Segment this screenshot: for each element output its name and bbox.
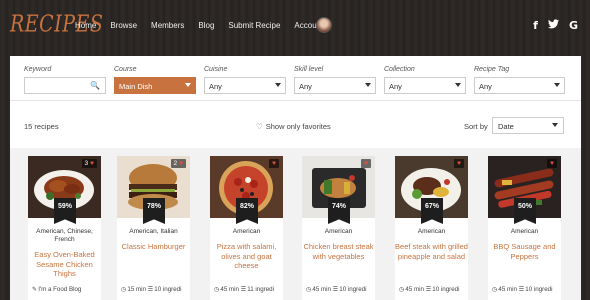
likes-badge[interactable]: ♥ (454, 159, 464, 168)
tag-select[interactable]: Any (474, 77, 565, 94)
cuisine-tags: American (324, 228, 353, 235)
clock-icon: ◷ (399, 286, 405, 293)
list-icon: ☰ (332, 286, 339, 293)
sort-label: Sort by (464, 122, 488, 131)
heart-icon: ♥ (457, 160, 461, 167)
cuisine-tags: American, Italian (129, 228, 178, 235)
sort-select[interactable]: Date (492, 117, 564, 134)
user-avatar[interactable] (316, 17, 332, 33)
chevron-down-icon (455, 83, 461, 87)
heart-icon: ♥ (272, 160, 276, 167)
recipe-card[interactable]: ♥ 67% American Beef steak with grilled p… (395, 156, 468, 300)
collection-label: Collection (384, 66, 415, 73)
rating-ribbon: 82% (236, 198, 258, 224)
recipe-card[interactable]: ♥ 50% American BBQ Sausage and Peppers ◷… (488, 156, 561, 300)
recipe-meta: ✎I'm a Food Blog (32, 286, 82, 293)
twitter-icon[interactable] (547, 19, 559, 32)
likes-badge[interactable]: ♥ (269, 159, 279, 168)
main-nav: Home Browse Members Blog Submit Recipe A… (75, 21, 337, 30)
skill-label: Skill level (294, 66, 324, 73)
rating-ribbon: 78% (143, 198, 165, 224)
likes-badge[interactable]: ♥ (361, 159, 371, 168)
google-icon[interactable]: G (569, 19, 578, 32)
recipe-title[interactable]: BBQ Sausage and Peppers (488, 242, 561, 261)
list-icon: ☰ (240, 286, 247, 293)
chevron-down-icon (365, 83, 371, 87)
chevron-down-icon (185, 83, 191, 87)
edit-icon: ✎ (32, 286, 38, 293)
recipe-grid: 3 ♥ 59% American, Chinese, French Easy Ov… (10, 148, 581, 300)
facebook-icon[interactable]: f (533, 19, 538, 32)
recipe-meta: ◷45 min ☰10 ingredi (399, 286, 460, 293)
rating-ribbon: 50% (514, 198, 536, 224)
nav-blog[interactable]: Blog (198, 21, 214, 30)
tag-label: Recipe Tag (474, 66, 510, 73)
clock-icon: ◷ (214, 286, 220, 293)
search-icon[interactable]: 🔍 (90, 81, 100, 90)
course-select[interactable]: Main Dish (114, 77, 196, 94)
recipe-meta: ◷45 min ☰10 ingredi (306, 286, 367, 293)
filter-bar: Keyword 🔍 Course Main Dish Cuisine Any S… (10, 56, 581, 101)
keyword-input[interactable]: 🔍 (24, 77, 106, 94)
nav-submit-recipe[interactable]: Submit Recipe (228, 21, 280, 30)
nav-members[interactable]: Members (151, 21, 184, 30)
rating-ribbon: 59% (54, 198, 76, 224)
chevron-down-icon (275, 83, 281, 87)
collection-select[interactable]: Any (384, 77, 466, 94)
clock-icon: ◷ (121, 286, 127, 293)
cuisine-select[interactable]: Any (204, 77, 286, 94)
skill-select[interactable]: Any (294, 77, 376, 94)
tag-filter: Recipe Tag Any (474, 66, 565, 94)
results-toolbar: 15 recipes ♡ Show only favorites Sort by … (10, 102, 581, 148)
collection-filter: Collection Any (384, 66, 466, 94)
cuisine-tags: American, Chinese, French (36, 228, 93, 243)
heart-icon: ♡ (256, 122, 263, 131)
keyword-filter: Keyword 🔍 (24, 66, 106, 94)
list-icon: ☰ (147, 286, 154, 293)
rating-ribbon: 67% (421, 198, 443, 224)
header: RECIPES Home Browse Members Blog Submit … (0, 0, 590, 55)
heart-icon: ♥ (550, 160, 554, 167)
likes-badge[interactable]: 3 ♥ (81, 159, 97, 168)
rating-ribbon: 74% (328, 198, 350, 224)
nav-browse[interactable]: Browse (110, 21, 137, 30)
favorites-toggle[interactable]: ♡ Show only favorites (256, 122, 331, 131)
recipe-card[interactable]: ♥ 74% American Chicken breast steak with… (302, 156, 375, 300)
keyword-label: Keyword (24, 66, 52, 73)
course-label: Course (114, 66, 137, 73)
recipe-title[interactable]: Classic Hamburger (117, 242, 190, 252)
recipe-card[interactable]: ♥ 82% American Pizza with salami, olives… (210, 156, 283, 300)
heart-icon: ♥ (90, 160, 94, 167)
course-filter: Course Main Dish (114, 66, 196, 94)
nav-home[interactable]: Home (75, 21, 96, 30)
clock-icon: ◷ (306, 286, 312, 293)
likes-badge[interactable]: 2 ♥ (170, 159, 186, 168)
skill-filter: Skill level Any (294, 66, 376, 94)
cuisine-tags: American (417, 228, 446, 235)
chevron-down-icon (554, 83, 560, 87)
chevron-down-icon (552, 123, 558, 127)
social-links: f G (533, 19, 578, 32)
cuisine-tags: American (510, 228, 539, 235)
recipe-card[interactable]: 3 ♥ 59% American, Chinese, French Easy Ov… (28, 156, 101, 300)
clock-icon: ◷ (492, 286, 498, 293)
recipe-card[interactable]: 2 ♥ 78% American, Italian Classic Hamburg… (117, 156, 190, 300)
cuisine-label: Cuisine (204, 66, 228, 73)
cuisine-filter: Cuisine Any (204, 66, 286, 94)
list-icon: ☰ (425, 286, 432, 293)
likes-badge[interactable]: ♥ (547, 159, 557, 168)
list-icon: ☰ (518, 286, 525, 293)
heart-icon: ♥ (364, 160, 368, 167)
recipe-title[interactable]: Easy Oven-Baked Sesame Chicken Thighs (28, 250, 101, 279)
recipe-title[interactable]: Beef steak with grilled pineapple and sa… (395, 242, 468, 261)
recipe-meta: ◷45 min ☰11 ingredi (214, 286, 274, 293)
heart-icon: ♥ (179, 160, 183, 167)
cuisine-tags: American (232, 228, 261, 235)
recipe-title[interactable]: Chicken breast steak with vegetables (302, 242, 375, 261)
recipe-title[interactable]: Pizza with salami, olives and goat chees… (210, 242, 283, 271)
recipe-meta: ◷45 min ☰10 ingredi (492, 286, 553, 293)
recipe-meta: ◷15 min ☰10 ingredi (121, 286, 182, 293)
recipes-panel: Keyword 🔍 Course Main Dish Cuisine Any S… (10, 56, 581, 300)
recipe-count: 15 recipes (24, 122, 59, 131)
